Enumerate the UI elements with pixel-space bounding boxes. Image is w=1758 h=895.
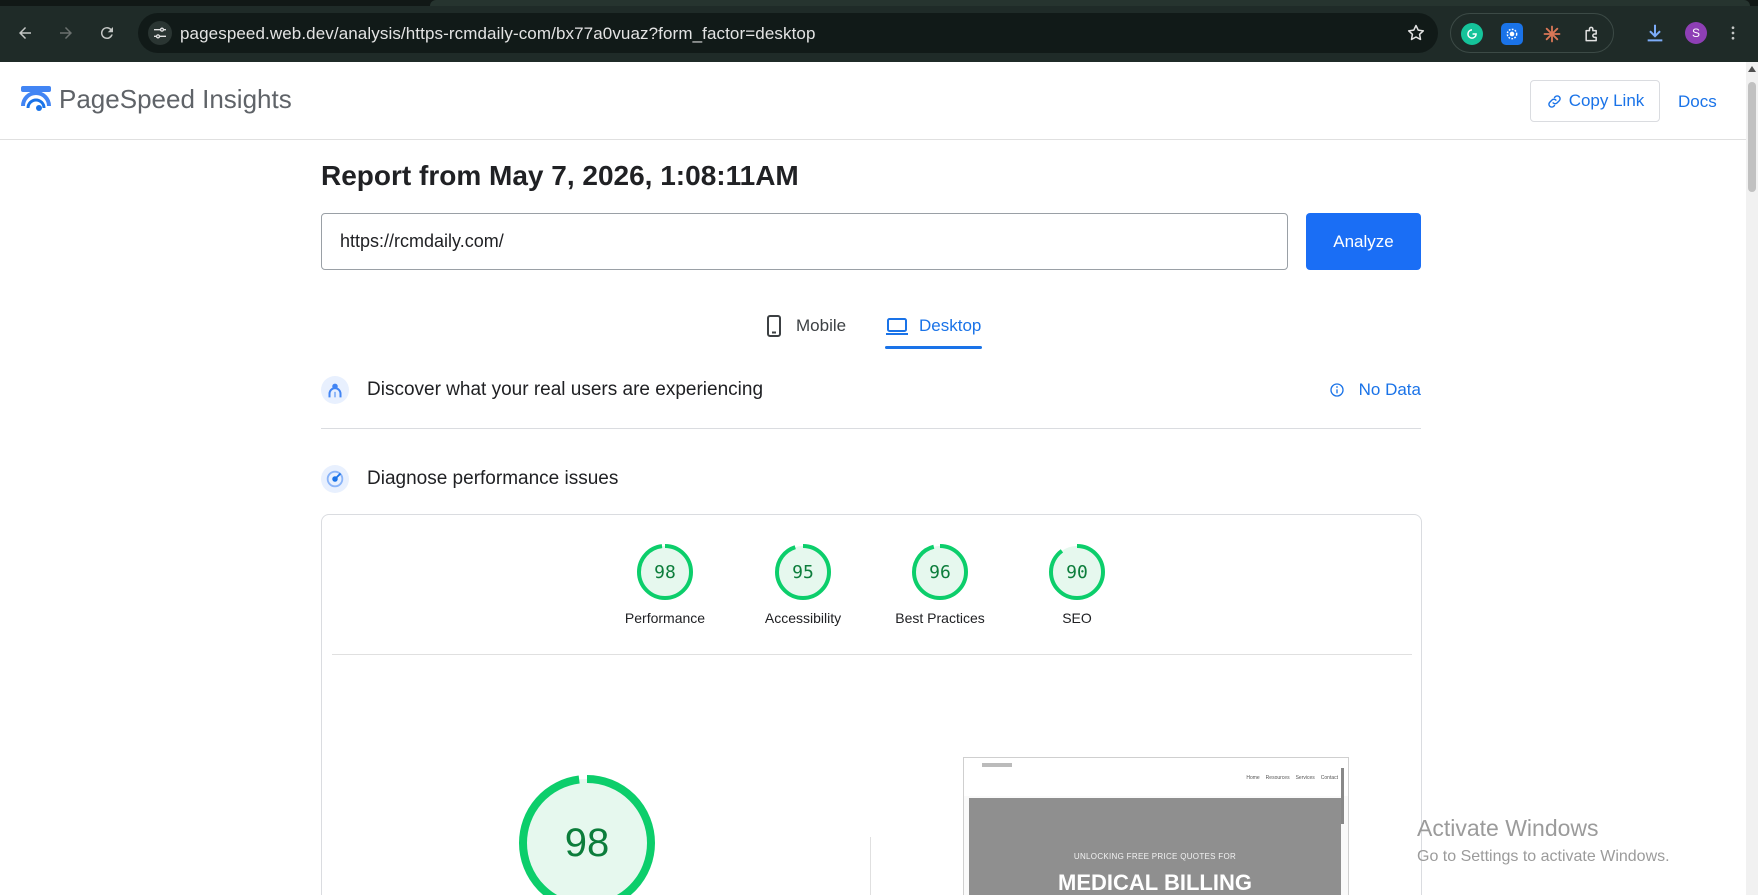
extensions-group	[1450, 13, 1614, 53]
claude-icon[interactable]	[1541, 23, 1563, 45]
active-tab[interactable]	[430, 0, 1750, 6]
screenshot-logo	[982, 763, 1012, 767]
screenshot-nav: Home Resources Services Contact	[964, 758, 1348, 796]
grammarly-icon[interactable]	[1461, 23, 1483, 45]
url-text[interactable]: pagespeed.web.dev/analysis/https-rcmdail…	[180, 24, 816, 44]
reload-icon	[100, 27, 113, 40]
diagnose-label: Diagnose performance issues	[367, 468, 619, 489]
tune-icon	[154, 27, 166, 39]
screenshot-nav-link: Home	[1246, 775, 1260, 781]
gauge-label: Accessibility	[764, 610, 842, 626]
tab-strip	[0, 0, 1758, 6]
tab-desktop[interactable]: Desktop	[885, 303, 982, 349]
star-icon[interactable]	[1406, 23, 1426, 43]
laptop-icon	[886, 318, 908, 335]
analyze-button[interactable]: Analyze	[1306, 213, 1421, 270]
pagespeed-logo-icon[interactable]	[20, 84, 52, 116]
forward-arrow-icon	[60, 27, 72, 39]
performance-main-score: 98	[564, 820, 610, 865]
gauge-score: 95	[792, 561, 814, 583]
screenshot-nav-links: Home Resources Services Contact	[1246, 775, 1338, 781]
docs-link[interactable]: Docs	[1678, 92, 1717, 112]
back-arrow-icon	[19, 27, 31, 39]
card-divider	[332, 654, 1412, 655]
device-tabs: Mobile Desktop	[750, 303, 1010, 349]
section-divider	[321, 428, 1421, 429]
downloads-button[interactable]	[1641, 19, 1669, 47]
screenshot-hero-subtitle: UNLOCKING FREE PRICE QUOTES FOR	[1073, 852, 1237, 861]
screenshot-nav-link: Resources	[1265, 775, 1290, 781]
gauge-ring: 98	[636, 543, 694, 601]
site-info-button[interactable]	[148, 21, 172, 45]
no-data-status[interactable]: No Data	[1329, 380, 1421, 400]
gauge-ring: 95	[774, 543, 832, 601]
address-bar[interactable]: pagespeed.web.dev/analysis/https-rcmdail…	[138, 13, 1438, 53]
copy-link-label: Copy Link	[1568, 91, 1645, 110]
watermark-subtitle: Go to Settings to activate Windows.	[1417, 848, 1670, 865]
gauge-ring: 96	[911, 543, 969, 601]
real-users-label: Discover what your real users are experi…	[367, 379, 764, 400]
reload-button[interactable]	[93, 19, 121, 47]
page-scrollbar[interactable]	[1746, 62, 1758, 895]
active-tab-indicator	[885, 346, 982, 349]
browser-menu-button[interactable]	[1719, 19, 1747, 47]
gauge-label: SEO	[1062, 610, 1092, 626]
score-gauges: 98 Performance 95 Accessibility 96 Best …	[322, 543, 1422, 643]
info-icon	[1329, 383, 1344, 397]
tab-mobile[interactable]: Mobile	[762, 303, 846, 349]
scrollbar-thumb[interactable]	[1748, 82, 1756, 192]
back-button[interactable]	[11, 19, 39, 47]
screenshot-scrollbar	[1341, 768, 1344, 824]
browser-toolbar: pagespeed.web.dev/analysis/https-rcmdail…	[0, 0, 1758, 62]
watermark-title: Activate Windows	[1417, 815, 1599, 841]
activate-windows-watermark: Activate Windows Go to Settings to activ…	[1417, 815, 1670, 866]
scores-card: 98 Performance 95 Accessibility 96 Best …	[321, 514, 1422, 895]
download-icon	[1647, 24, 1663, 42]
performance-main-gauge: 98	[517, 773, 657, 895]
gauge-label: Best Practices	[895, 610, 985, 626]
users-icon	[321, 376, 349, 404]
gauge-label: Performance	[624, 610, 706, 626]
gauge-accessibility[interactable]: 95 Accessibility	[748, 543, 858, 626]
screenshot-nav-link: Contact	[1320, 775, 1338, 781]
puzzle-icon[interactable]	[1581, 23, 1603, 45]
extension-gear-icon[interactable]	[1501, 23, 1523, 45]
real-users-section[interactable]: Discover what your real users are experi…	[321, 370, 1421, 410]
gauge-score: 90	[1066, 561, 1088, 583]
diagnose-section: Diagnose performance issues	[321, 459, 1421, 499]
avatar: S	[1685, 22, 1707, 44]
gauge-score: 96	[929, 561, 951, 583]
app-title[interactable]: PageSpeed Insights	[59, 84, 292, 115]
profile-button[interactable]: S	[1682, 19, 1710, 47]
page-screenshot: Home Resources Services Contact UNLOCKIN…	[963, 757, 1349, 895]
gauge-performance[interactable]: 98 Performance	[610, 543, 720, 626]
scroll-up-arrow-icon[interactable]	[1748, 66, 1756, 72]
report-title: Report from May 7, 2026, 1:08:11AM	[321, 160, 799, 191]
screenshot-hero-title: MEDICAL BILLING	[1058, 870, 1252, 895]
screenshot-hero: UNLOCKING FREE PRICE QUOTES FOR MEDICAL …	[969, 798, 1341, 895]
forward-button[interactable]	[52, 19, 80, 47]
gauge-ring: 90	[1048, 543, 1106, 601]
diagnose-target-icon	[321, 465, 349, 493]
vertical-divider	[870, 837, 871, 895]
copy-link-button[interactable]: Copy Link	[1530, 80, 1660, 122]
tab-mobile-label: Mobile	[796, 316, 847, 335]
url-input[interactable]	[321, 213, 1288, 270]
link-icon	[1547, 94, 1561, 108]
gauge-score: 98	[654, 561, 676, 583]
app-header: PageSpeed Insights Copy Link Docs	[0, 62, 1746, 140]
tab-desktop-label: Desktop	[919, 316, 982, 335]
more-vert-icon	[1731, 26, 1735, 40]
no-data-label: No Data	[1358, 380, 1421, 399]
gauge-seo[interactable]: 90 SEO	[1022, 543, 1132, 626]
phone-icon	[767, 315, 781, 337]
screenshot-nav-link: Services	[1295, 775, 1315, 781]
gauge-best-practices[interactable]: 96 Best Practices	[885, 543, 995, 626]
